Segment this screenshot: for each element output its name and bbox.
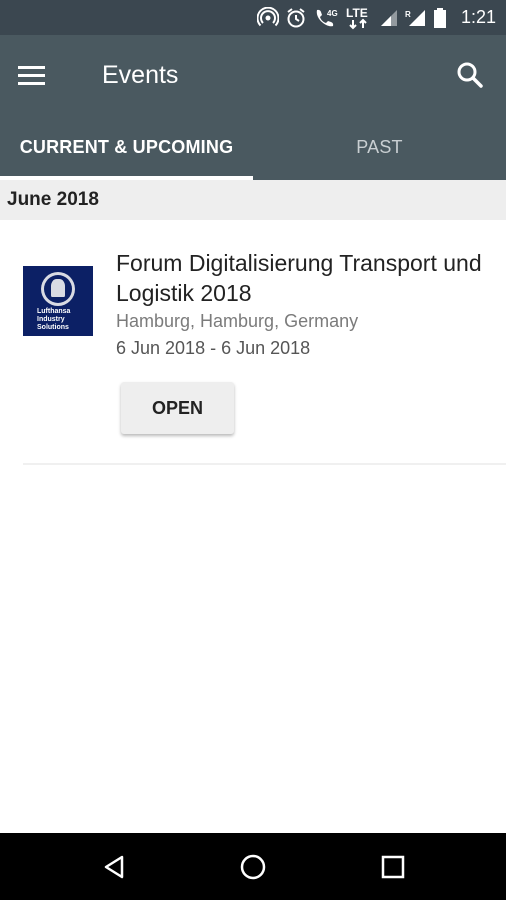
- call-icon: 4G: [316, 9, 338, 26]
- open-button[interactable]: OPEN: [121, 382, 234, 434]
- clock: 1:21: [460, 7, 496, 27]
- event-logo: Lufthansa Industry Solutions: [23, 266, 93, 336]
- tab-label: PAST: [356, 137, 403, 157]
- tab-current-upcoming[interactable]: CURRENT & UPCOMING: [0, 115, 253, 180]
- logo-line-3: Solutions: [37, 324, 69, 331]
- section-header: June 2018: [0, 180, 506, 220]
- home-icon[interactable]: [231, 845, 275, 889]
- app-bar: Events: [0, 35, 506, 115]
- battery-icon: [433, 7, 446, 28]
- page-title: Events: [102, 61, 179, 89]
- signal-icon: [380, 9, 397, 26]
- menu-icon[interactable]: [18, 57, 62, 93]
- signal-roaming-icon: R: [405, 9, 425, 26]
- lufthansa-crane-icon: [41, 272, 75, 306]
- hotspot-icon: [256, 6, 279, 26]
- tab-bar: CURRENT & UPCOMING PAST: [0, 115, 506, 180]
- event-dates: 6 Jun 2018 - 6 Jun 2018: [116, 338, 311, 358]
- network-label: LTE: [346, 6, 368, 20]
- lte-icon: LTE: [346, 6, 368, 29]
- status-bar: 4G LTE R 1:21: [0, 0, 506, 35]
- roaming-label: R: [405, 10, 411, 19]
- divider: [23, 463, 506, 465]
- event-title: Forum Digitalisierung Transport und Logi…: [116, 250, 482, 306]
- logo-text: Lufthansa Industry Solutions: [37, 308, 70, 332]
- event-card[interactable]: Lufthansa Industry Solutions Forum Digit…: [0, 220, 506, 464]
- section-header-label: June 2018: [7, 189, 99, 210]
- recents-icon[interactable]: [371, 845, 415, 889]
- nav-bar: [0, 833, 506, 900]
- status-icons: 4G LTE R 1:21: [256, 0, 496, 35]
- back-icon[interactable]: [92, 845, 136, 889]
- search-icon[interactable]: [452, 57, 488, 93]
- alarm-icon: [287, 7, 305, 27]
- network-small-label: 4G: [327, 9, 338, 18]
- logo-line-1: Lufthansa: [37, 308, 71, 315]
- tab-label: CURRENT & UPCOMING: [19, 137, 234, 157]
- tab-past[interactable]: PAST: [253, 115, 506, 180]
- event-location: Hamburg, Hamburg, Germany: [116, 311, 359, 331]
- logo-line-2: Industry: [37, 316, 65, 323]
